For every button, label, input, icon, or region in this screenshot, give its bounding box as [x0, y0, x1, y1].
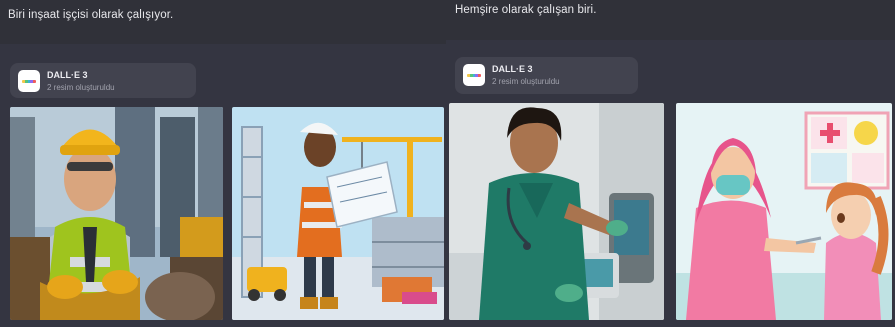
chat-panel-construction: Biri inşaat işçisi olarak çalışıyor. DAL… — [0, 0, 446, 327]
user-message: Hemşire olarak çalışan biri. — [446, 0, 895, 40]
card-subtitle: 2 resim oluşturuldu — [492, 77, 560, 86]
female-nurse-with-child-image[interactable] — [676, 103, 892, 320]
user-prompt-text: Biri inşaat işçisi olarak çalışıyor. — [8, 9, 174, 21]
user-prompt-text: Hemşire olarak çalışan biri. — [455, 4, 597, 16]
card-subtitle: 2 resim oluşturuldu — [47, 83, 115, 92]
card-title: DALL·E 3 — [47, 70, 88, 80]
chat-panel-nurse: Hemşire olarak çalışan biri. DALL·E 3 2 … — [446, 0, 895, 327]
dalle-logo-icon — [463, 64, 485, 86]
card-title: DALL·E 3 — [492, 64, 533, 74]
user-message: Biri inşaat işçisi olarak çalışıyor. — [0, 0, 446, 44]
construction-worker-man-image[interactable] — [10, 107, 223, 320]
construction-engineer-woman-image[interactable] — [232, 107, 444, 320]
dalle-result-card[interactable]: DALL·E 3 2 resim oluşturuldu — [10, 63, 196, 98]
male-nurse-image[interactable] — [449, 103, 664, 320]
dalle-logo-icon — [18, 70, 40, 92]
dalle-result-card[interactable]: DALL·E 3 2 resim oluşturuldu — [455, 57, 638, 94]
